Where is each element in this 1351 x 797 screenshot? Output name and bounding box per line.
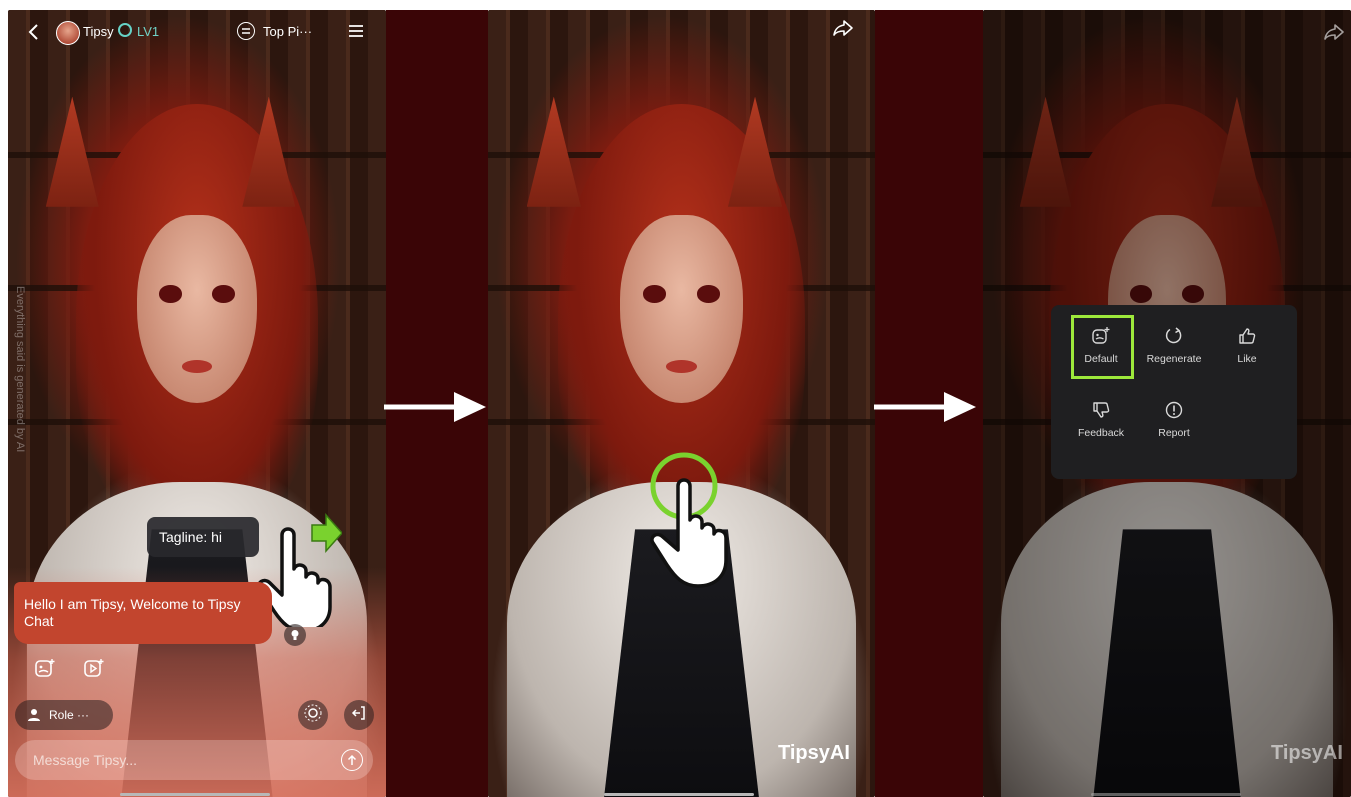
step-arrow-icon — [874, 392, 976, 422]
hamburger-icon[interactable] — [348, 24, 364, 38]
menu-item-label: Regenerate — [1146, 353, 1202, 365]
character-image — [488, 10, 875, 797]
home-indicator — [1091, 793, 1241, 796]
generate-image-icon[interactable] — [34, 658, 56, 678]
thumbs-up-icon — [1217, 325, 1277, 347]
chat-mode-label[interactable]: Top Pi··· — [263, 24, 312, 39]
watermark: TipsyAI — [1271, 742, 1343, 764]
home-indicator — [604, 793, 754, 796]
greeting-message-bubble[interactable]: Hello I am Tipsy, Welcome to Tipsy Chat — [14, 582, 272, 644]
share-icon[interactable] — [1323, 22, 1345, 42]
long-press-hand-icon — [650, 452, 728, 588]
share-icon[interactable] — [832, 18, 854, 38]
menu-item-regenerate[interactable]: Regenerate — [1144, 325, 1204, 365]
level-badge-icon — [118, 23, 132, 37]
refresh-icon — [1144, 325, 1204, 347]
menu-item-label: Like — [1237, 353, 1257, 365]
menu-item-label: Report — [1158, 427, 1190, 439]
greeting-message-text: Hello I am Tipsy, Welcome to Tipsy Chat — [24, 596, 241, 629]
phone-screen-chat: Tipsy LV1 Top Pi··· Everything said is g… — [8, 10, 386, 797]
watermark: TipsyAI — [778, 742, 850, 764]
phone-screen-fullscreen[interactable]: TipsyAI — [488, 10, 875, 797]
message-input-placeholder: Message Tipsy... — [33, 752, 138, 768]
voice-button[interactable] — [298, 700, 328, 730]
sun-voice-icon — [303, 703, 323, 728]
chevron-left-icon[interactable] — [24, 22, 42, 42]
level-badge: LV1 — [137, 24, 160, 39]
lightbulb-icon[interactable] — [284, 624, 306, 646]
thumbs-down-icon — [1071, 399, 1131, 421]
exit-button[interactable] — [344, 700, 374, 730]
menu-item-like[interactable]: Like — [1217, 325, 1277, 365]
menu-item-label: Feedback — [1077, 427, 1125, 439]
chat-mode-icon[interactable] — [237, 22, 255, 40]
home-indicator — [120, 793, 270, 796]
step-arrow-icon — [384, 392, 486, 422]
chat-header: Tipsy LV1 Top Pi··· — [8, 10, 386, 54]
character-name[interactable]: Tipsy — [83, 24, 114, 39]
avatar[interactable] — [56, 21, 80, 45]
ai-disclaimer: Everything said is generated by AI — [14, 286, 26, 453]
alert-circle-icon — [1144, 399, 1204, 421]
role-button-label: Role ··· — [49, 708, 90, 722]
menu-item-feedback[interactable]: Feedback — [1071, 399, 1131, 439]
user-icon — [27, 708, 41, 722]
send-icon[interactable] — [341, 749, 363, 771]
highlight-box — [1071, 315, 1134, 379]
message-input[interactable]: Message Tipsy... — [15, 740, 373, 780]
menu-item-report[interactable]: Report — [1144, 399, 1204, 439]
exit-icon — [351, 705, 367, 726]
generate-video-icon[interactable] — [83, 658, 105, 678]
tagline-tooltip: Tagline: hi — [147, 517, 259, 557]
role-button[interactable]: Role ··· — [15, 700, 113, 730]
